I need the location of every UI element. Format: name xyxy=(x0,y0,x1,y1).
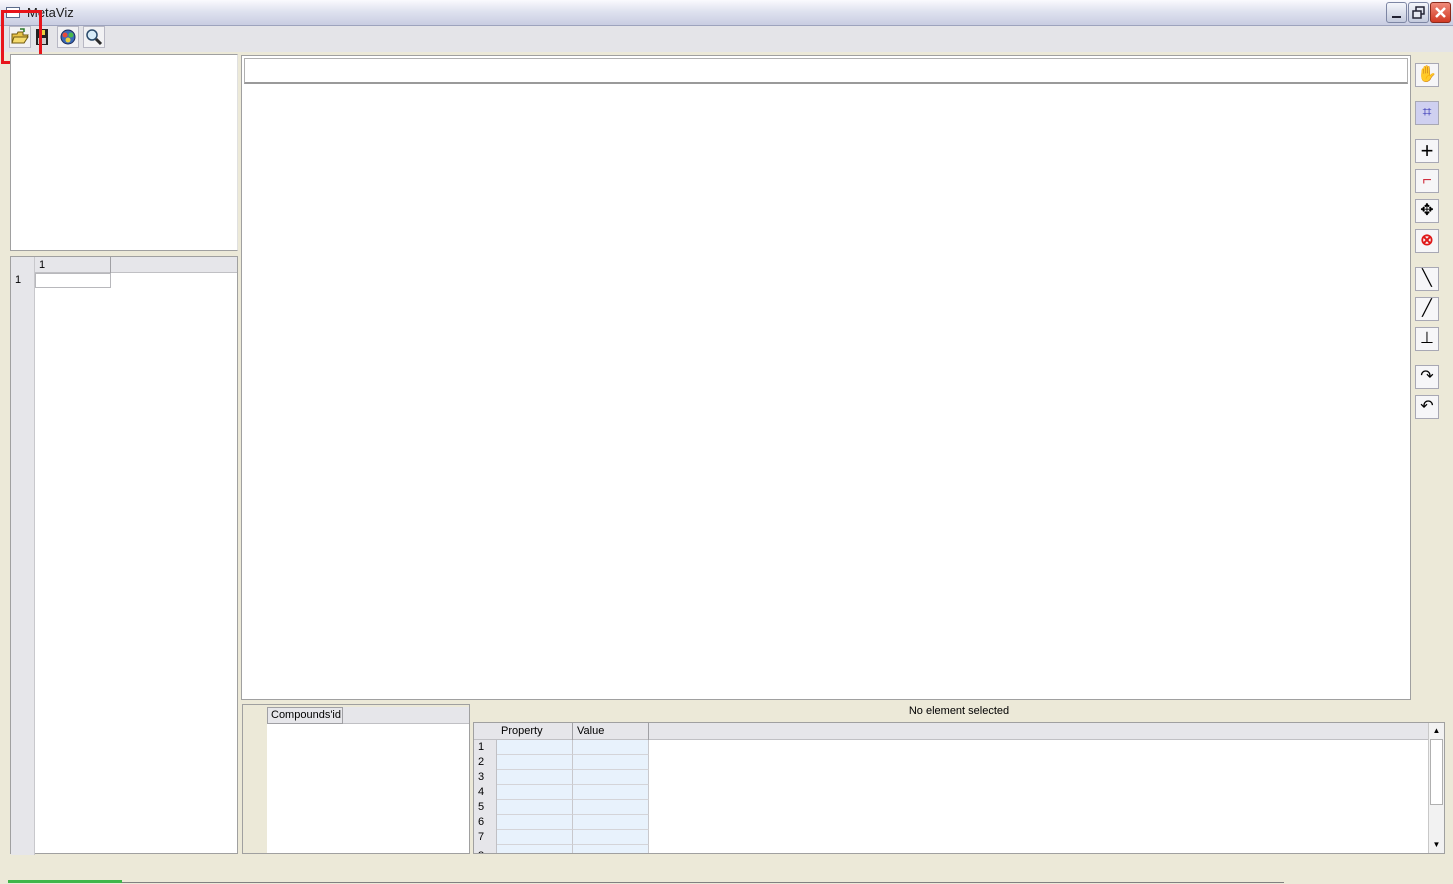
frame-icon: ⌐ xyxy=(1422,172,1432,189)
row-number: 8 xyxy=(474,845,497,853)
minimize-icon xyxy=(1392,16,1401,18)
tool-redo[interactable]: ↷ xyxy=(1415,365,1439,389)
tree-panel[interactable] xyxy=(10,54,238,251)
grid-cell[interactable] xyxy=(35,273,111,288)
minimize-button[interactable] xyxy=(1386,2,1407,23)
column-header-1[interactable]: 1 xyxy=(35,257,111,273)
scroll-down-icon[interactable]: ▼ xyxy=(1430,838,1443,852)
value-cell[interactable] xyxy=(573,800,649,815)
row-header-1[interactable]: 1 xyxy=(11,273,35,288)
status-bar xyxy=(0,860,1453,884)
edge-down-icon: ╲ xyxy=(1422,270,1432,287)
value-cell[interactable] xyxy=(573,770,649,785)
property-column-header[interactable]: Property xyxy=(497,723,573,740)
value-cell[interactable] xyxy=(573,785,649,800)
toolbar xyxy=(0,26,1453,52)
scroll-thumb[interactable] xyxy=(1430,739,1443,805)
progress-bar xyxy=(8,880,122,883)
property-cell[interactable] xyxy=(497,845,573,853)
tool-frame[interactable]: ⌐ xyxy=(1415,169,1439,193)
compounds-panel: Compounds'id xyxy=(242,704,470,854)
status-divider xyxy=(122,882,1284,883)
selection-status: No element selected xyxy=(474,704,1444,722)
close-button[interactable] xyxy=(1430,2,1451,23)
property-cell[interactable] xyxy=(497,785,573,800)
value-cell[interactable] xyxy=(573,830,649,845)
redo-icon: ↷ xyxy=(1420,368,1434,385)
property-cell[interactable] xyxy=(497,770,573,785)
property-row-headers: 1 2 3 4 5 6 7 8 xyxy=(474,740,497,853)
tool-hand[interactable]: ✋ xyxy=(1415,63,1439,87)
row-number: 4 xyxy=(478,786,485,798)
row-number: 3 xyxy=(478,771,485,783)
network-button[interactable] xyxy=(57,26,79,48)
tool-edge-up[interactable]: ╱ xyxy=(1415,297,1439,321)
canvas-header-field[interactable] xyxy=(244,58,1408,84)
tool-anchor[interactable]: ⊥ xyxy=(1415,327,1439,351)
select-icon: ⌗ xyxy=(1422,104,1432,121)
tool-select[interactable]: ⌗ xyxy=(1415,101,1439,125)
row-header-column xyxy=(11,257,35,855)
move-icon: ✥ xyxy=(1420,202,1434,219)
close-icon xyxy=(1435,7,1446,18)
property-cell[interactable] xyxy=(497,815,573,830)
tool-add-node[interactable]: + xyxy=(1415,139,1439,163)
value-cell[interactable] xyxy=(573,815,649,830)
tool-move[interactable]: ✥ xyxy=(1415,199,1439,223)
property-cell[interactable] xyxy=(497,830,573,845)
property-grid[interactable]: Property Value 1 2 3 4 5 6 7 8 ▲ ▼ xyxy=(473,722,1445,854)
restore-button[interactable] xyxy=(1408,2,1429,23)
anchor-icon: ⊥ xyxy=(1420,330,1434,347)
row-number: 1 xyxy=(478,741,485,753)
restore-icon xyxy=(1412,6,1425,19)
graph-canvas[interactable] xyxy=(241,55,1411,700)
hand-icon: ✋ xyxy=(1417,66,1437,83)
property-cell[interactable] xyxy=(497,740,573,755)
scroll-up-icon[interactable]: ▲ xyxy=(1430,724,1443,738)
compounds-list[interactable] xyxy=(267,707,469,853)
undo-icon: ↶ xyxy=(1420,398,1434,415)
compounds-id-header[interactable]: Compounds'id xyxy=(267,707,343,724)
property-cell[interactable] xyxy=(497,800,573,815)
left-data-grid[interactable]: 1 1 xyxy=(10,256,238,855)
tool-undo[interactable]: ↶ xyxy=(1415,395,1439,419)
value-column-header[interactable]: Value xyxy=(573,723,649,740)
row-number: 5 xyxy=(478,801,485,813)
value-cell[interactable] xyxy=(573,845,649,853)
edge-up-icon: ╱ xyxy=(1422,300,1432,317)
property-scrollbar[interactable]: ▲ ▼ xyxy=(1428,723,1444,853)
title-bar: MetaViz xyxy=(0,0,1453,26)
row-number: 7 xyxy=(478,831,485,843)
add-node-icon: + xyxy=(1420,138,1434,163)
zoom-icon xyxy=(86,29,103,46)
value-cell[interactable] xyxy=(573,755,649,770)
property-cell[interactable] xyxy=(497,755,573,770)
network-icon xyxy=(60,29,76,45)
delete-icon: ⊗ xyxy=(1420,232,1434,249)
value-cell[interactable] xyxy=(573,740,649,755)
row-number: 6 xyxy=(478,816,485,828)
search-button[interactable] xyxy=(83,26,105,48)
tool-delete[interactable]: ⊗ xyxy=(1415,229,1439,253)
tool-edge-down[interactable]: ╲ xyxy=(1415,267,1439,291)
row-number: 2 xyxy=(478,756,485,768)
compounds-header-filler xyxy=(343,707,469,724)
